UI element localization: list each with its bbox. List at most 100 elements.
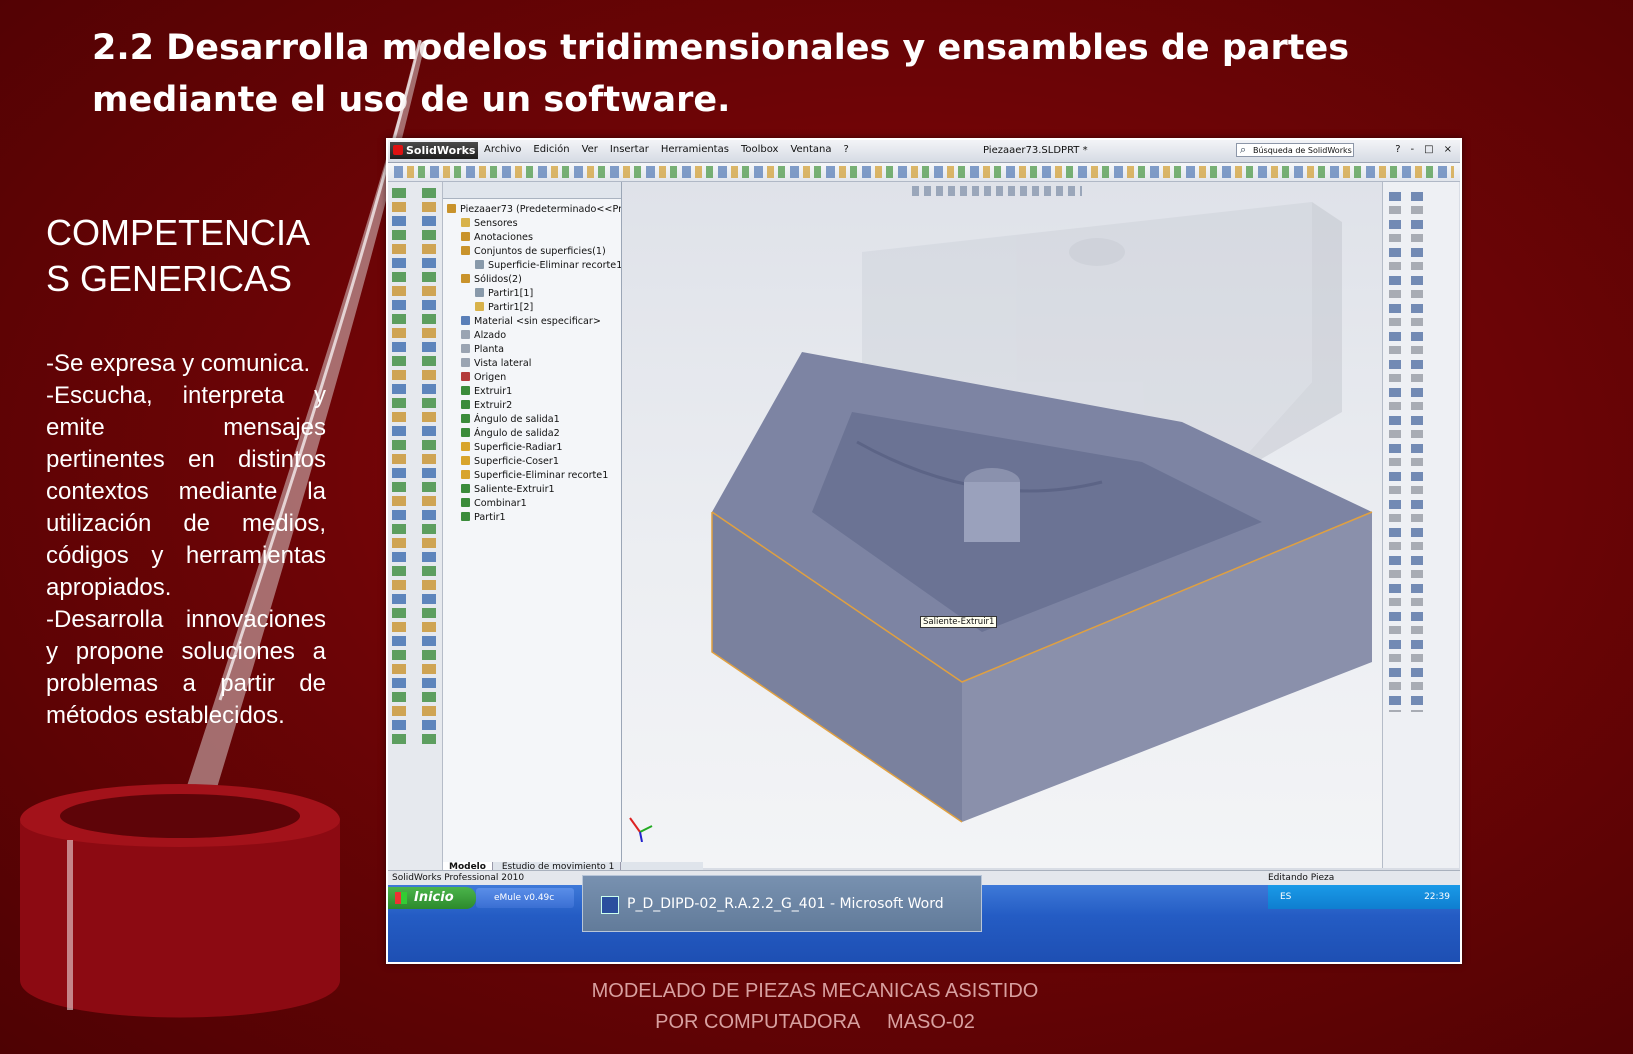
system-tray: ES 22:39 xyxy=(1268,885,1460,909)
tree-item[interactable]: Extruir1 xyxy=(443,385,621,399)
status-mode: Editando Pieza xyxy=(1268,873,1335,883)
tree-item-label: Piezaaer73 (Predeterminado<<Pred xyxy=(460,204,621,215)
competencia-item: -Escucha, interpreta y emite mensajes pe… xyxy=(46,382,326,601)
tree-item-label: Superficie-Radiar1 xyxy=(474,442,563,453)
menu-list: Archivo Edición Ver Insertar Herramienta… xyxy=(484,144,849,155)
axis-triad-icon xyxy=(629,817,653,842)
tree-item-label: Planta xyxy=(474,344,505,355)
tree-item-label: Ángulo de salida2 xyxy=(474,428,560,439)
minimize-button[interactable]: - xyxy=(1411,144,1415,155)
tree-item[interactable]: Extruir2 xyxy=(443,399,621,413)
feature-icon xyxy=(461,358,470,367)
tree-item-label: Conjuntos de superficies(1) xyxy=(474,246,606,257)
feature-icon xyxy=(461,218,470,227)
tree-item[interactable]: Combinar1 xyxy=(443,497,621,511)
feature-icon xyxy=(461,316,470,325)
competencias-heading: COMPETENCIAS GENERICAS xyxy=(46,212,311,299)
search-input[interactable]: Búsqueda de SolidWorks xyxy=(1236,143,1354,157)
tree-item[interactable]: Conjuntos de superficies(1) xyxy=(443,245,621,259)
task-pane-tools[interactable] xyxy=(1411,192,1423,712)
tree-item-label: Origen xyxy=(474,372,507,383)
tree-item[interactable]: Superficie-Eliminar recorte1 xyxy=(443,469,621,483)
feature-tree: Piezaaer73 (Predeterminado<<Pred Sensores… xyxy=(443,199,621,525)
tree-item[interactable]: Ángulo de salida1 xyxy=(443,413,621,427)
feature-tree-tabs[interactable] xyxy=(443,182,621,199)
tree-item[interactable]: Sensores xyxy=(443,217,621,231)
tree-item[interactable]: Sólidos(2) xyxy=(443,273,621,287)
tree-item-label: Extruir1 xyxy=(474,386,513,397)
tree-item[interactable]: Material <sin especificar> xyxy=(443,315,621,329)
feature-tree-panel: Piezaaer73 (Predeterminado<<Pred Sensores… xyxy=(443,182,622,862)
feature-icon xyxy=(461,470,470,479)
tree-item[interactable]: Anotaciones xyxy=(443,231,621,245)
tree-item[interactable]: Planta xyxy=(443,343,621,357)
feature-icon xyxy=(461,274,470,283)
tree-item[interactable]: Ángulo de salida2 xyxy=(443,427,621,441)
feature-icon xyxy=(447,204,456,213)
feature-icon xyxy=(461,456,470,465)
slide-footer: MODELADO DE PIEZAS MECANICAS ASISTIDO PO… xyxy=(560,976,1070,1038)
tree-item[interactable]: Saliente-Extruir1 xyxy=(443,483,621,497)
feature-icon xyxy=(461,400,470,409)
tree-item-label: Ángulo de salida1 xyxy=(474,414,560,425)
tree-item[interactable]: Superficie-Eliminar recorte1 xyxy=(443,259,621,273)
menu-bar: SolidWorks Archivo Edición Ver Insertar … xyxy=(388,140,1460,163)
tree-item[interactable]: Alzado xyxy=(443,329,621,343)
tree-item-label: Combinar1 xyxy=(474,498,527,509)
menu-help[interactable]: ? xyxy=(844,144,849,155)
tree-item[interactable]: Partir1[2] xyxy=(443,301,621,315)
tree-item[interactable]: Superficie-Radiar1 xyxy=(443,441,621,455)
tree-item-label: Vista lateral xyxy=(474,358,532,369)
tree-item-label: Superficie-Eliminar recorte1 xyxy=(474,470,609,481)
taskbar-emule-button[interactable]: eMule v0.49c xyxy=(476,888,574,908)
footer-line-1: MODELADO DE PIEZAS MECANICAS ASISTIDO xyxy=(591,980,1039,1002)
start-button[interactable]: Inicio xyxy=(388,887,476,909)
slide-title: 2.2 Desarrolla modelos tridimensionales … xyxy=(92,28,1350,120)
feature-icon xyxy=(475,302,484,311)
maximize-button[interactable]: □ xyxy=(1424,144,1433,155)
menu-edicion[interactable]: Edición xyxy=(533,144,569,155)
window-controls: ? - □ × xyxy=(1395,144,1452,155)
tree-item-label: Partir1[1] xyxy=(488,288,534,299)
menu-herramientas[interactable]: Herramientas xyxy=(661,144,729,155)
feature-icon xyxy=(461,428,470,437)
feature-icon xyxy=(461,498,470,507)
menu-archivo[interactable]: Archivo xyxy=(484,144,521,155)
feature-icon xyxy=(461,232,470,241)
tree-item-label: Partir1 xyxy=(474,512,506,523)
feature-icon xyxy=(461,414,470,423)
tree-item-label: Saliente-Extruir1 xyxy=(474,484,555,495)
menu-ver[interactable]: Ver xyxy=(582,144,598,155)
menu-insertar[interactable]: Insertar xyxy=(610,144,649,155)
tree-item[interactable]: Piezaaer73 (Predeterminado<<Pred xyxy=(443,203,621,217)
tree-item[interactable]: Superficie-Coser1 xyxy=(443,455,621,469)
feature-tools-icons[interactable] xyxy=(422,188,436,748)
tree-item[interactable]: Vista lateral xyxy=(443,357,621,371)
tree-item-label: Superficie-Eliminar recorte1 xyxy=(488,260,621,271)
tree-item[interactable]: Partir1[1] xyxy=(443,287,621,301)
tree-item-label: Material <sin especificar> xyxy=(474,316,601,327)
tree-item[interactable]: Origen xyxy=(443,371,621,385)
taskbar-word-preview[interactable]: P_D_DIPD-02_R.A.2.2_G_401 - Microsoft Wo… xyxy=(582,875,982,932)
main-toolbar xyxy=(388,163,1460,182)
tree-item-label: Alzado xyxy=(474,330,507,341)
feature-icon xyxy=(461,386,470,395)
sketch-tools-icons[interactable] xyxy=(392,188,406,748)
model-3d xyxy=(711,202,1373,823)
menu-toolbox[interactable]: Toolbox xyxy=(741,144,779,155)
task-pane xyxy=(1382,182,1459,868)
toolbar-icons[interactable] xyxy=(394,166,1454,178)
tree-item-label: Extruir2 xyxy=(474,400,513,411)
inkwell-decoration xyxy=(20,784,340,1018)
close-button[interactable]: × xyxy=(1444,144,1452,155)
status-product: SolidWorks Professional 2010 xyxy=(392,873,525,883)
windows-taskbar: Inicio eMule v0.49c P_D_DIPD-02_R.A.2.2_… xyxy=(388,875,1460,962)
tree-item-label: Sensores xyxy=(474,218,518,229)
help-button[interactable]: ? xyxy=(1395,144,1400,155)
menu-ventana[interactable]: Ventana xyxy=(790,144,831,155)
language-indicator[interactable]: ES xyxy=(1280,885,1291,909)
tree-item[interactable]: Partir1 xyxy=(443,511,621,525)
graphics-area[interactable]: Saliente-Extruir1 xyxy=(622,182,1382,868)
tree-item-label: Sólidos(2) xyxy=(474,274,522,285)
task-pane-icons[interactable] xyxy=(1389,192,1401,712)
